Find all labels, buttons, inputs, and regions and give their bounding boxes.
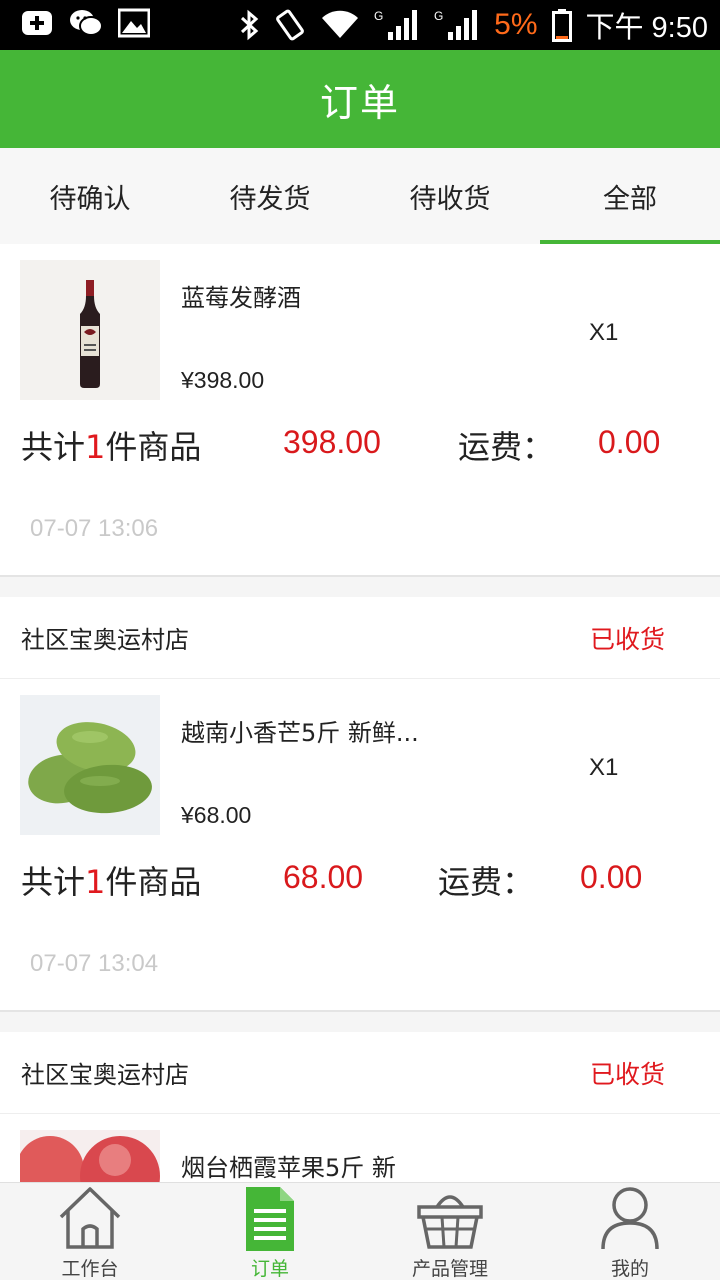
order-time: 07-07 13:04 bbox=[30, 950, 159, 977]
nav-label: 订单 bbox=[250, 1258, 289, 1280]
svg-text:G: G bbox=[374, 9, 383, 23]
battery-percentage: 5% bbox=[494, 8, 538, 41]
wifi-icon bbox=[320, 10, 360, 40]
status-bar: G G 5% 下午 9:50 bbox=[0, 0, 720, 50]
order-document-icon bbox=[242, 1185, 298, 1257]
summary-prefix: 共计 bbox=[21, 428, 86, 466]
nav-orders[interactable]: 订单 bbox=[180, 1183, 360, 1280]
item-count: 1 bbox=[85, 863, 106, 901]
product-price: ¥398.00 bbox=[181, 367, 265, 393]
product-image-wine bbox=[20, 260, 160, 400]
nav-product-management[interactable]: 产品管理 bbox=[360, 1183, 540, 1280]
home-icon bbox=[55, 1185, 125, 1255]
user-icon bbox=[595, 1185, 665, 1255]
nav-workbench[interactable]: 工作台 bbox=[0, 1183, 180, 1280]
order-status: 已收货 bbox=[589, 1059, 665, 1089]
svg-text:G: G bbox=[434, 9, 443, 23]
order-summary: 共计1件商品 398.00 运费： 0.00 bbox=[0, 400, 720, 492]
order-time: 07-07 13:06 bbox=[30, 515, 159, 542]
item-count-text: 共计1件商品 bbox=[21, 857, 201, 903]
nav-mine[interactable]: 我的 bbox=[540, 1183, 720, 1280]
order-total: 68.00 bbox=[283, 859, 364, 895]
clock: 下午 9:50 bbox=[585, 12, 709, 44]
nav-label: 我的 bbox=[610, 1258, 649, 1280]
product-image-apple bbox=[20, 1130, 160, 1182]
wechat-icon bbox=[68, 8, 104, 38]
basket-icon bbox=[415, 1185, 485, 1255]
summary-suffix: 件商品 bbox=[105, 428, 202, 466]
order-list[interactable]: 蓝莓发酵酒 ¥398.00 X1 共计1件商品 398.00 运费： 0.00 … bbox=[0, 244, 720, 1182]
order-total: 398.00 bbox=[283, 424, 381, 460]
shop-name: 社区宝奥运村店 bbox=[21, 1061, 189, 1089]
order-summary: 共计1件商品 68.00 运费： 0.00 bbox=[0, 835, 720, 927]
tab-pending-confirm[interactable]: 待确认 bbox=[0, 148, 180, 244]
signal-icon: G bbox=[374, 8, 420, 42]
item-count: 1 bbox=[85, 428, 106, 466]
product-price: ¥68.00 bbox=[181, 802, 252, 828]
shipping-fee: 0.00 bbox=[598, 424, 661, 460]
shop-name: 社区宝奥运村店 bbox=[21, 626, 189, 654]
nav-label: 产品管理 bbox=[411, 1258, 488, 1280]
product-row[interactable]: 蓝莓发酵酒 ¥398.00 X1 bbox=[0, 244, 720, 400]
shop-row: 社区宝奥运村店 已收货 bbox=[0, 597, 720, 679]
signal-icon-2: G bbox=[434, 8, 480, 42]
shipping-label: 运费： bbox=[438, 863, 535, 901]
nav-label: 工作台 bbox=[61, 1258, 119, 1280]
order-filter-tabs: 待确认 待发货 待收货 全部 bbox=[0, 148, 720, 244]
product-image-mango bbox=[20, 695, 160, 835]
order-card[interactable]: 蓝莓发酵酒 ¥398.00 X1 共计1件商品 398.00 运费： 0.00 … bbox=[0, 244, 720, 577]
shipping-fee: 0.00 bbox=[580, 859, 643, 895]
product-row[interactable]: 烟台栖霞苹果5斤 新 bbox=[0, 1114, 720, 1182]
shipping-label: 运费： bbox=[458, 428, 555, 466]
add-notification-icon bbox=[20, 8, 54, 38]
gallery-icon bbox=[118, 8, 150, 38]
product-name: 越南小香芒5斤 新鲜... bbox=[181, 719, 419, 747]
product-quantity: X1 bbox=[589, 754, 619, 781]
shop-row: 社区宝奥运村店 已收货 bbox=[0, 1032, 720, 1114]
bottom-nav: 工作台 订单 产品管理 我的 bbox=[0, 1182, 720, 1280]
product-name: 烟台栖霞苹果5斤 新 bbox=[181, 1154, 396, 1182]
tab-all[interactable]: 全部 bbox=[540, 148, 720, 244]
order-status: 已收货 bbox=[589, 624, 665, 654]
card-divider bbox=[0, 577, 720, 597]
product-quantity: X1 bbox=[589, 319, 619, 346]
summary-prefix: 共计 bbox=[21, 863, 86, 901]
product-name: 蓝莓发酵酒 bbox=[181, 284, 301, 312]
order-time-row: 07-07 13:06 bbox=[0, 492, 720, 577]
order-time-row: 07-07 13:04 bbox=[0, 927, 720, 1012]
page-title: 订单 bbox=[319, 80, 400, 125]
card-divider bbox=[0, 1012, 720, 1032]
order-card[interactable]: 社区宝奥运村店 已收货 烟台栖霞苹果5斤 新 bbox=[0, 1032, 720, 1182]
battery-icon bbox=[551, 8, 572, 42]
screen-rotation-icon bbox=[274, 9, 306, 41]
product-row[interactable]: 越南小香芒5斤 新鲜... ¥68.00 X1 bbox=[0, 679, 720, 835]
item-count-text: 共计1件商品 bbox=[21, 422, 201, 468]
order-card[interactable]: 社区宝奥运村店 已收货 越南小香芒5斤 新鲜... ¥68.00 X1 共计1件… bbox=[0, 597, 720, 1012]
tab-pending-ship[interactable]: 待发货 bbox=[180, 148, 360, 244]
tab-pending-receive[interactable]: 待收货 bbox=[360, 148, 540, 244]
app-header: 订单 bbox=[0, 50, 720, 148]
summary-suffix: 件商品 bbox=[105, 863, 202, 901]
bluetooth-icon bbox=[238, 9, 260, 41]
